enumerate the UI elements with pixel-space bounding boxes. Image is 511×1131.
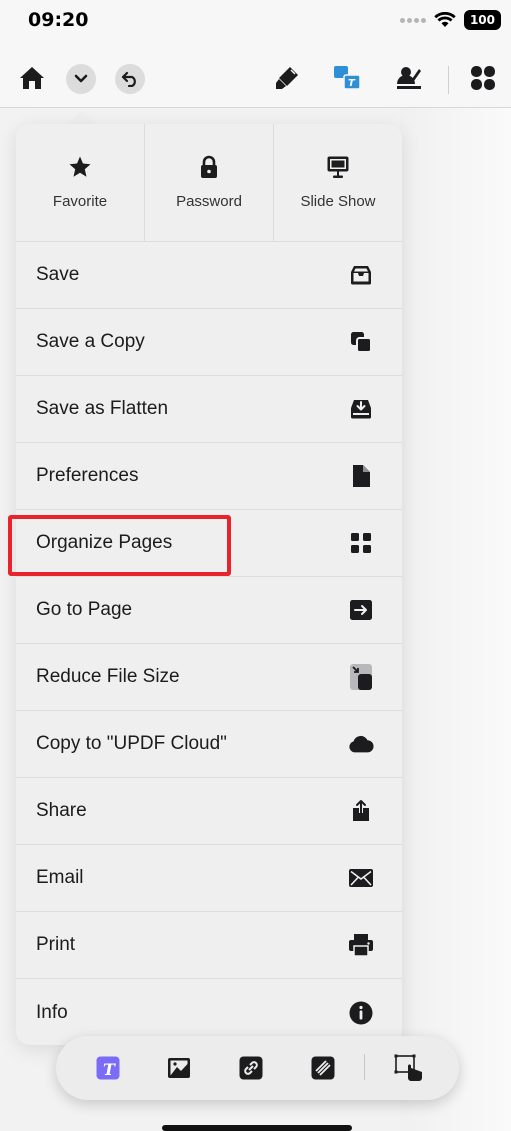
menu-item-label: Save a Copy xyxy=(36,331,145,352)
battery-icon: 100 xyxy=(463,10,501,30)
menu-item-label: Preferences xyxy=(36,465,139,486)
menu-item-preferences[interactable]: Preferences xyxy=(16,443,402,510)
menu-item-save[interactable]: Save xyxy=(16,242,402,309)
menu-item-go-to-page[interactable]: Go to Page xyxy=(16,577,402,644)
select-area-icon[interactable] xyxy=(394,1054,424,1082)
menu-item-label: Info xyxy=(36,1001,68,1023)
home-indicator xyxy=(162,1125,352,1131)
menu-item-label: Go to Page xyxy=(36,599,133,620)
share-icon xyxy=(348,798,374,824)
signal-dots-icon xyxy=(399,17,426,23)
organize-pages-highlight xyxy=(8,515,231,576)
document-icon xyxy=(348,463,374,489)
highlighter-icon[interactable] xyxy=(273,64,301,92)
presentation-icon xyxy=(327,156,349,178)
apps-grid-icon[interactable] xyxy=(469,64,497,92)
menu-item-label: Save as Flatten xyxy=(36,398,169,419)
cloud-icon xyxy=(348,731,374,757)
more-menu-popover: Favorite Password Slide Show Save Save a… xyxy=(16,124,402,1045)
link-icon[interactable] xyxy=(239,1056,263,1080)
menu-list: Save Save a Copy Save as Flatten Prefere… xyxy=(16,242,402,1046)
menu-item-email[interactable]: Email xyxy=(16,845,402,912)
star-icon xyxy=(69,156,91,177)
menu-item-label: Share xyxy=(36,800,87,821)
menu-item-label: Email xyxy=(36,867,84,888)
menu-item-save-as-flatten[interactable]: Save as Flatten xyxy=(16,376,402,443)
bottom-toolbar-divider xyxy=(364,1054,365,1080)
menu-item-label: Copy to "UPDF Cloud" xyxy=(36,733,227,754)
printer-icon xyxy=(348,932,374,958)
popover-arrow xyxy=(68,110,96,124)
menu-item-reduce-file-size[interactable]: Reduce File Size xyxy=(16,644,402,711)
status-indicators: 100 xyxy=(399,10,501,30)
password-label: Password xyxy=(176,193,242,210)
home-icon[interactable] xyxy=(18,64,46,92)
top-toolbar: T xyxy=(0,44,511,108)
menu-item-save-a-copy[interactable]: Save a Copy xyxy=(16,309,402,376)
menu-item-label: Reduce File Size xyxy=(36,666,180,687)
sign-icon[interactable] xyxy=(395,64,423,92)
menu-item-label: Save xyxy=(36,264,80,285)
menu-item-label: Print xyxy=(36,934,76,955)
svg-text:T: T xyxy=(103,1060,116,1079)
toolbar-divider xyxy=(448,66,449,94)
bottom-toolbar: T xyxy=(56,1036,459,1100)
status-time: 09:20 xyxy=(28,9,89,31)
favorite-button[interactable]: Favorite xyxy=(16,124,145,241)
inbox-tray-icon xyxy=(348,262,374,288)
info-icon xyxy=(348,1000,374,1026)
svg-text:T: T xyxy=(348,78,356,89)
slide-show-button[interactable]: Slide Show xyxy=(274,124,402,241)
download-tray-icon xyxy=(348,396,374,422)
menu-item-copy-to-updf-cloud[interactable]: Copy to "UPDF Cloud" xyxy=(16,711,402,778)
top-actions-row: Favorite Password Slide Show xyxy=(16,124,402,242)
stamp-icon[interactable] xyxy=(311,1056,335,1080)
chevron-down-icon[interactable] xyxy=(66,64,96,94)
favorite-label: Favorite xyxy=(52,193,108,210)
text-box-icon[interactable]: T xyxy=(96,1056,120,1080)
slide-show-label: Slide Show xyxy=(300,193,376,210)
status-bar: 09:20 100 xyxy=(0,0,511,44)
menu-item-share[interactable]: Share xyxy=(16,778,402,845)
lock-icon xyxy=(201,155,217,178)
wifi-icon xyxy=(434,12,456,27)
menu-item-print[interactable]: Print xyxy=(16,912,402,979)
password-button[interactable]: Password xyxy=(145,124,274,241)
translate-icon[interactable]: T xyxy=(333,64,361,92)
compress-icon xyxy=(348,664,374,690)
grid-icon xyxy=(348,530,374,556)
image-icon[interactable] xyxy=(167,1056,191,1080)
document-background xyxy=(400,108,511,1131)
arrow-box-icon xyxy=(348,597,374,623)
copy-icon xyxy=(348,329,374,355)
envelope-icon xyxy=(348,865,374,891)
undo-icon[interactable] xyxy=(115,64,145,94)
